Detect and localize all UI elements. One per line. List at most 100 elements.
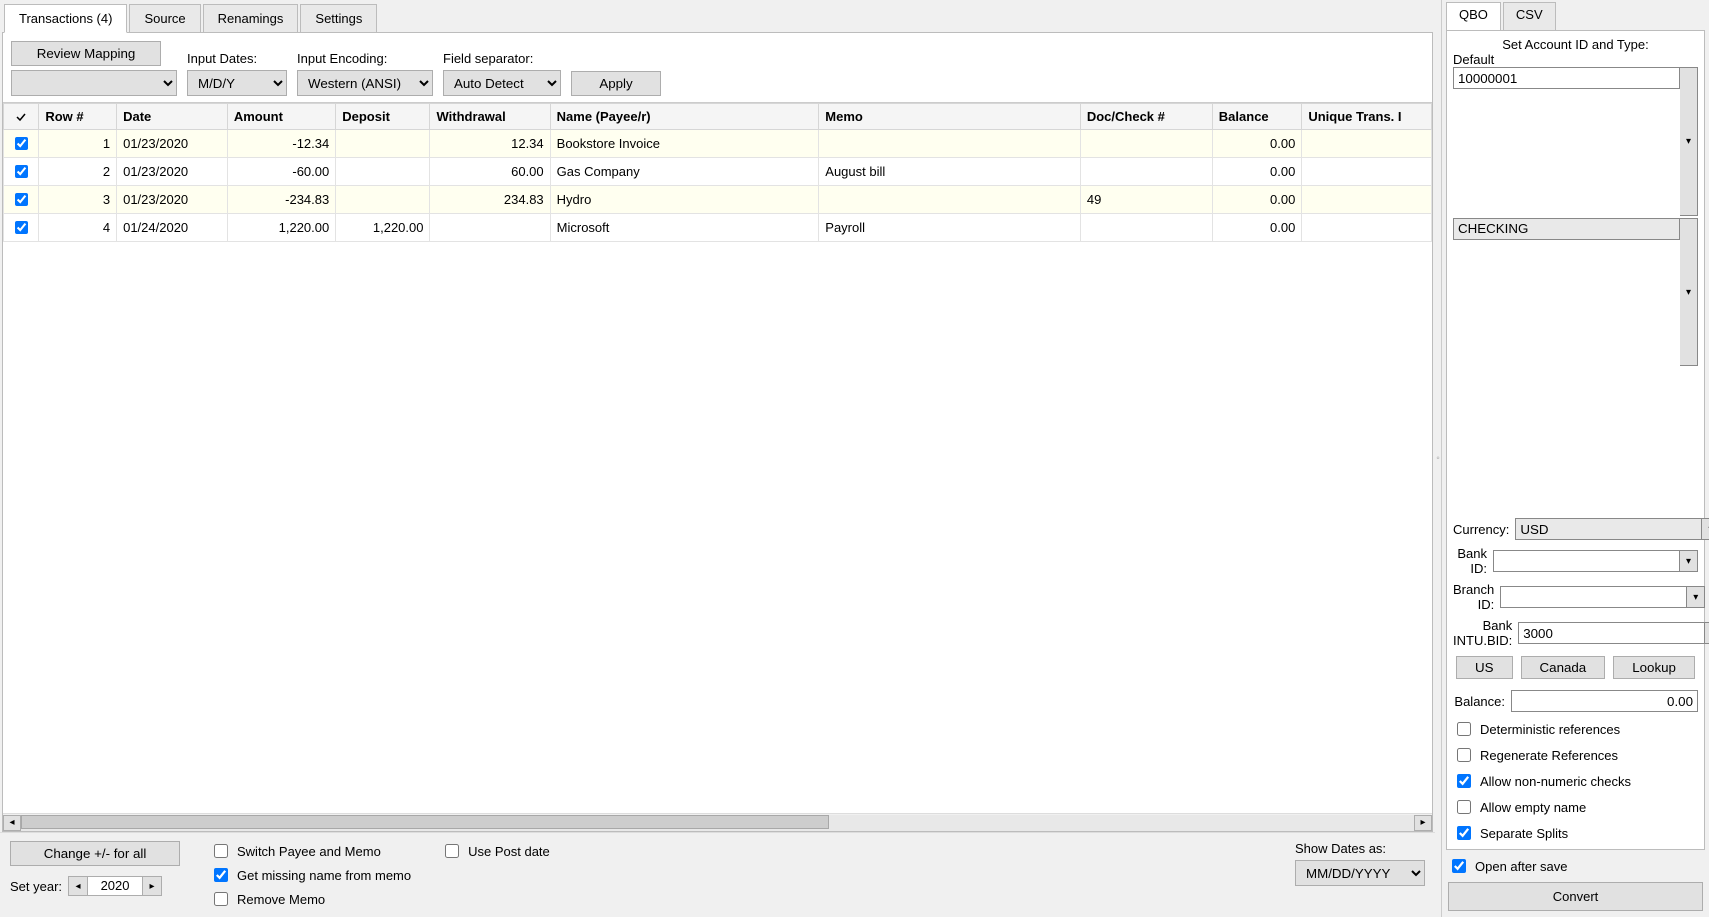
date-cell: 01/24/2020 xyxy=(117,214,228,242)
branch-id-combo[interactable]: ▾ xyxy=(1500,586,1705,608)
currency-dropdown-icon[interactable]: ▾ xyxy=(1702,518,1709,540)
currency-label: Currency: xyxy=(1453,522,1509,537)
doc-cell xyxy=(1080,130,1212,158)
col-memo-header[interactable]: Memo xyxy=(819,104,1081,130)
currency-combo[interactable]: ▾ xyxy=(1515,518,1709,540)
regenerate-checkbox[interactable]: Regenerate References xyxy=(1453,745,1698,765)
main-area: Transactions (4) Source Renamings Settin… xyxy=(0,0,1709,917)
withdrawal-cell: 234.83 xyxy=(430,186,550,214)
convert-button[interactable]: Convert xyxy=(1448,882,1703,911)
memo-cell xyxy=(819,130,1081,158)
tab-settings[interactable]: Settings xyxy=(300,4,377,32)
col-withdrawal-header[interactable]: Withdrawal xyxy=(430,104,550,130)
allow-nonnumeric-checkbox[interactable]: Allow non-numeric checks xyxy=(1453,771,1698,791)
col-row-header[interactable]: Row # xyxy=(39,104,117,130)
bank-id-input[interactable] xyxy=(1493,550,1680,572)
table-row[interactable]: 101/23/2020-12.3412.34Bookstore Invoice0… xyxy=(4,130,1432,158)
memo-cell xyxy=(819,186,1081,214)
balance-input[interactable] xyxy=(1511,690,1698,712)
col-deposit-header[interactable]: Deposit xyxy=(336,104,430,130)
table-row[interactable]: 401/24/20201,220.001,220.00MicrosoftPayr… xyxy=(4,214,1432,242)
separate-splits-checkbox[interactable]: Separate Splits xyxy=(1453,823,1698,843)
row-checkbox-cell[interactable] xyxy=(4,130,39,158)
scroll-track[interactable] xyxy=(21,815,1414,831)
account-type-dropdown-icon[interactable]: ▾ xyxy=(1680,218,1698,367)
tab-qbo[interactable]: QBO xyxy=(1446,2,1501,30)
tab-transactions-label: Transactions (4) xyxy=(19,11,112,26)
scroll-left-arrow-icon[interactable]: ◂ xyxy=(3,815,21,831)
right-tabs: QBO CSV xyxy=(1446,2,1705,30)
left-body: Review Mapping Input Dates: M/D/Y Input … xyxy=(2,32,1433,832)
scroll-thumb[interactable] xyxy=(21,815,829,829)
switch-payee-checkbox[interactable]: Switch Payee and Memo xyxy=(210,841,411,861)
unique-cell xyxy=(1302,130,1432,158)
tab-csv[interactable]: CSV xyxy=(1503,2,1556,30)
bank-intu-combo[interactable]: ▾ xyxy=(1518,622,1709,644)
main-tabs: Transactions (4) Source Renamings Settin… xyxy=(0,0,1435,32)
col-amount-header[interactable]: Amount xyxy=(227,104,335,130)
left-pane: Transactions (4) Source Renamings Settin… xyxy=(0,0,1435,917)
branch-id-input[interactable] xyxy=(1500,586,1687,608)
amount-cell: -234.83 xyxy=(227,186,335,214)
lookup-button[interactable]: Lookup xyxy=(1613,656,1695,679)
year-increment-button[interactable]: ▸ xyxy=(142,876,162,896)
col-check-header[interactable] xyxy=(4,104,39,130)
col-date-header[interactable]: Date xyxy=(117,104,228,130)
balance-cell: 0.00 xyxy=(1212,186,1302,214)
account-id-dropdown-icon[interactable]: ▾ xyxy=(1680,67,1698,216)
row-checkbox-cell[interactable] xyxy=(4,158,39,186)
col-doc-header[interactable]: Doc/Check # xyxy=(1080,104,1212,130)
branch-id-dropdown-icon[interactable]: ▾ xyxy=(1687,586,1705,608)
row-checkbox[interactable] xyxy=(15,193,28,206)
input-dates-select[interactable]: M/D/Y xyxy=(187,70,287,96)
us-button[interactable]: US xyxy=(1456,656,1513,679)
use-post-date-checkbox[interactable]: Use Post date xyxy=(441,841,550,861)
account-type-input[interactable] xyxy=(1453,218,1680,240)
canada-button[interactable]: Canada xyxy=(1521,656,1606,679)
payee-cell: Bookstore Invoice xyxy=(550,130,819,158)
row-checkbox[interactable] xyxy=(15,221,28,234)
payee-cell: Microsoft xyxy=(550,214,819,242)
col-name-header[interactable]: Name (Payee/r) xyxy=(550,104,819,130)
row-checkbox[interactable] xyxy=(15,165,28,178)
row-checkbox[interactable] xyxy=(15,137,28,150)
row-checkbox-cell[interactable] xyxy=(4,214,39,242)
change-sign-button[interactable]: Change +/- for all xyxy=(10,841,180,866)
mapping-select[interactable] xyxy=(11,70,177,96)
scroll-right-arrow-icon[interactable]: ▸ xyxy=(1414,815,1432,831)
year-decrement-button[interactable]: ◂ xyxy=(68,876,88,896)
field-separator-select[interactable]: Auto Detect xyxy=(443,70,561,96)
tab-renamings-label: Renamings xyxy=(218,11,284,26)
col-balance-header[interactable]: Balance xyxy=(1212,104,1302,130)
deterministic-checkbox[interactable]: Deterministic references xyxy=(1453,719,1698,739)
tab-renamings[interactable]: Renamings xyxy=(203,4,299,32)
col-unique-header[interactable]: Unique Trans. I xyxy=(1302,104,1432,130)
year-stepper[interactable]: ◂ 2020 ▸ xyxy=(68,876,162,896)
tab-transactions[interactable]: Transactions (4) xyxy=(4,4,127,33)
bottom-options-col2: Use Post date xyxy=(441,841,550,861)
input-encoding-select[interactable]: Western (ANSI) xyxy=(297,70,433,96)
open-after-save-checkbox[interactable]: Open after save xyxy=(1448,856,1703,876)
account-id-combo[interactable]: ▾ xyxy=(1453,67,1698,216)
table-row[interactable]: 301/23/2020-234.83234.83Hydro490.00 xyxy=(4,186,1432,214)
bank-intu-input[interactable] xyxy=(1518,622,1705,644)
horizontal-scrollbar[interactable]: ◂ ▸ xyxy=(3,813,1432,831)
bank-id-combo[interactable]: ▾ xyxy=(1493,550,1698,572)
tab-source[interactable]: Source xyxy=(129,4,200,32)
currency-input[interactable] xyxy=(1515,518,1702,540)
review-mapping-button[interactable]: Review Mapping xyxy=(11,41,161,66)
check-icon xyxy=(15,111,27,123)
remove-memo-checkbox[interactable]: Remove Memo xyxy=(210,889,411,909)
allow-empty-checkbox[interactable]: Allow empty name xyxy=(1453,797,1698,817)
show-dates-select[interactable]: MM/DD/YYYY xyxy=(1295,860,1425,886)
account-type-combo[interactable]: ▾ xyxy=(1453,218,1698,367)
memo-cell: August bill xyxy=(819,158,1081,186)
apply-button[interactable]: Apply xyxy=(571,71,661,96)
account-id-input[interactable] xyxy=(1453,67,1680,89)
bank-intu-dropdown-icon[interactable]: ▾ xyxy=(1705,622,1709,644)
row-checkbox-cell[interactable] xyxy=(4,186,39,214)
get-missing-name-checkbox[interactable]: Get missing name from memo xyxy=(210,865,411,885)
input-encoding-label: Input Encoding: xyxy=(297,51,433,66)
bank-id-dropdown-icon[interactable]: ▾ xyxy=(1680,550,1698,572)
table-row[interactable]: 201/23/2020-60.0060.00Gas CompanyAugust … xyxy=(4,158,1432,186)
